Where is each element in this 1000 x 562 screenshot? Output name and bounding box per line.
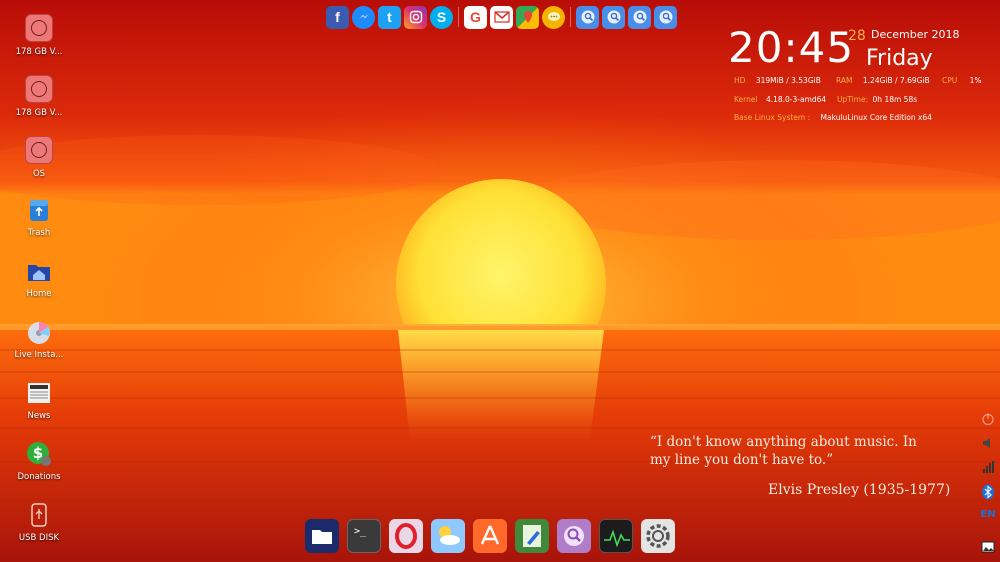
desktop-icon-drive-1[interactable]: 178 GB V... [0, 8, 78, 68]
kernel-label: Kernel [734, 95, 758, 104]
instagram-icon[interactable] [404, 5, 427, 29]
clock-weekday: Friday [866, 46, 933, 71]
google-maps-icon[interactable] [516, 5, 539, 29]
power-icon[interactable] [978, 412, 998, 430]
system-tray: EN [976, 412, 1000, 562]
gmail-icon[interactable] [490, 5, 513, 29]
bluetooth-icon[interactable] [978, 484, 998, 502]
screenshot-icon[interactable] [978, 540, 998, 558]
usb-icon [26, 502, 52, 528]
messenger-icon[interactable] [352, 5, 375, 29]
disk-icon [25, 136, 53, 164]
desktop-icon-label: OS [32, 169, 46, 179]
cpu-value: 1% [969, 76, 982, 85]
disk-icon [25, 14, 53, 42]
quote-text: “I don't know anything about music. In m… [650, 434, 917, 468]
kernel-info: Kernel 4.18.0-3-amd64 [734, 95, 826, 104]
hd-label: HD [734, 76, 746, 85]
bottom-dock: >_ [305, 519, 675, 557]
web-app-icon[interactable] [654, 5, 677, 29]
settings-icon[interactable] [641, 519, 675, 553]
ram-value: 1.24GiB / 7.69GiB [862, 76, 930, 85]
app-store-icon[interactable] [473, 519, 507, 553]
twitter-icon[interactable]: t [378, 5, 401, 29]
clock-time: 20:45 [728, 23, 855, 72]
google-icon[interactable]: G [464, 5, 487, 29]
launcher-separator [458, 7, 459, 27]
uptime-label: UpTime: [837, 95, 869, 104]
desktop-icon-label: Donations [17, 472, 61, 482]
desktop-icon-drive-2[interactable]: 178 GB V... [0, 69, 78, 129]
desktop-icon-label: News [27, 411, 51, 421]
skype-icon[interactable]: S [430, 5, 453, 29]
desktop-icon-trash[interactable]: Trash [0, 191, 78, 251]
kernel-value: 4.18.0-3-amd64 [765, 95, 827, 104]
clock-day-number: 28 [848, 28, 866, 44]
desktop-icon-label: 178 GB V... [15, 47, 63, 57]
ram-usage: RAM 1.24GiB / 7.69GiB [836, 76, 930, 85]
text-editor-icon[interactable] [515, 519, 549, 553]
desktop-icon-donations[interactable]: $ Donations [0, 435, 78, 495]
terminal-prompt-glyph: >_ [354, 526, 367, 537]
desktop-icon-label: Trash [27, 228, 51, 238]
terminal-icon[interactable]: >_ [347, 519, 381, 553]
opera-browser-icon[interactable] [389, 519, 423, 553]
dollar-icon: $ [26, 441, 52, 467]
volume-icon[interactable] [978, 436, 998, 454]
media-player-icon[interactable] [557, 519, 591, 553]
hd-usage: HD 319MiB / 3.53GiB [734, 76, 821, 85]
desktop-icon-home[interactable]: Home [0, 252, 78, 312]
newspaper-icon [26, 380, 52, 406]
trash-icon [26, 197, 52, 223]
base-system-info: Base Linux System : MakuluLinux Core Edi… [734, 113, 932, 122]
desktop-icon-os[interactable]: OS [0, 130, 78, 190]
desktop-icon-usb-disk[interactable]: USB DISK [0, 496, 78, 556]
base-system-value: MakuluLinux Core Edition x64 [820, 113, 932, 122]
launcher-separator [570, 7, 571, 27]
facebook-icon[interactable]: f [326, 5, 349, 29]
uptime-value: 0h 18m 58s [872, 95, 918, 104]
desktop-icon-live-installer[interactable]: Live Insta... [0, 313, 78, 373]
desktop-icon-label: USB DISK [18, 533, 60, 543]
file-manager-icon[interactable] [305, 519, 339, 553]
disk-icon [25, 75, 53, 103]
top-launcher-bar: f t S G [326, 5, 677, 29]
cpu-usage: CPU 1% [942, 76, 982, 85]
network-signal-icon[interactable] [978, 460, 998, 478]
weather-icon[interactable] [431, 519, 465, 553]
installer-disc-icon [26, 319, 52, 345]
desktop-icon-label: Live Insta... [14, 350, 64, 360]
web-app-icon[interactable] [628, 5, 651, 29]
desktop-icon-label: 178 GB V... [15, 108, 63, 118]
uptime-info: UpTime: 0h 18m 58s [837, 95, 917, 104]
home-folder-icon [26, 258, 52, 284]
hd-value: 319MiB / 3.53GiB [755, 76, 821, 85]
desktop-quote: “I don't know anything about music. In m… [650, 433, 950, 498]
cpu-label: CPU [942, 76, 958, 85]
desktop-icon-label: Home [26, 289, 52, 299]
chat-bubble-icon[interactable] [542, 5, 565, 29]
language-indicator[interactable]: EN [978, 506, 998, 524]
web-app-icon[interactable] [602, 5, 625, 29]
clock-month-year: December 2018 [871, 28, 960, 41]
ram-label: RAM [836, 76, 853, 85]
system-monitor-icon[interactable] [599, 519, 633, 553]
desktop-icon-news[interactable]: News [0, 374, 78, 434]
web-app-icon[interactable] [576, 5, 599, 29]
quote-author: Elvis Presley (1935-1977) [768, 482, 951, 498]
base-system-label: Base Linux System : [734, 113, 811, 122]
